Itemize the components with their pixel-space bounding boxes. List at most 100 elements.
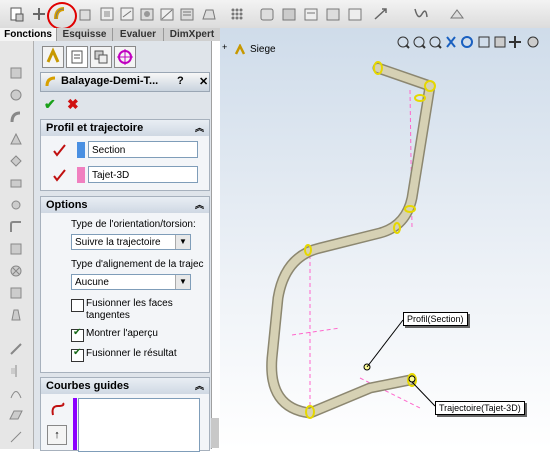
pattern-icon[interactable] bbox=[200, 5, 218, 23]
instant3d-icon[interactable] bbox=[372, 5, 390, 23]
merge-result-checkbox[interactable] bbox=[71, 347, 84, 362]
merge-result-label: Fusionner le résultat bbox=[86, 348, 177, 359]
show-preview-label: Montrer l'aperçu bbox=[86, 328, 158, 339]
section-field[interactable]: Section bbox=[88, 141, 198, 158]
config-manager-tab-icon[interactable] bbox=[90, 46, 112, 68]
feature-icon-strip bbox=[0, 41, 34, 449]
fillet-icon[interactable] bbox=[178, 5, 196, 23]
guide-list-accent bbox=[73, 398, 77, 450]
chevron-down-icon[interactable]: ▼ bbox=[175, 275, 190, 289]
axis-strip-icon[interactable] bbox=[8, 429, 24, 445]
extrude-icon[interactable] bbox=[76, 5, 94, 23]
path-callout[interactable]: Trajectoire(Tajet-3D) bbox=[435, 401, 525, 415]
property-manager-tab-icon[interactable] bbox=[66, 46, 88, 68]
orientation-value: Suivre la trajectoire bbox=[75, 237, 161, 248]
tab-dimxpert[interactable]: DimXpert bbox=[164, 28, 221, 41]
tab-fonctions[interactable]: Fonctions bbox=[0, 28, 57, 41]
cut-strip-icon[interactable] bbox=[8, 175, 24, 191]
main-toolbar bbox=[0, 0, 550, 30]
extrude-strip-icon[interactable] bbox=[8, 65, 24, 81]
rib-strip-icon[interactable] bbox=[8, 341, 24, 357]
alignment-select[interactable]: Aucune ▼ bbox=[71, 274, 191, 290]
sweep-boss-icon[interactable] bbox=[52, 5, 70, 23]
chevron-down-icon[interactable]: ▼ bbox=[175, 235, 190, 249]
tab-esquisse[interactable]: Esquisse bbox=[57, 28, 113, 41]
sketch-snap-icon[interactable] bbox=[30, 5, 48, 23]
ok-button[interactable]: ✔ bbox=[44, 96, 56, 113]
draft-strip-icon[interactable] bbox=[8, 307, 24, 323]
rib-icon[interactable] bbox=[158, 5, 176, 23]
profile-path-title: Profil et trajectoire bbox=[46, 122, 144, 134]
move-up-button[interactable]: ↑ bbox=[47, 425, 67, 445]
mirror-icon[interactable] bbox=[258, 5, 276, 23]
new-part-icon[interactable] bbox=[8, 5, 26, 23]
command-tabs: Fonctions Esquisse Evaluer DimXpert bbox=[0, 28, 230, 41]
path-color-swatch bbox=[77, 167, 85, 183]
collapse-icon[interactable]: ︽ bbox=[195, 378, 204, 394]
fillet-strip-icon[interactable] bbox=[8, 219, 24, 235]
boundary-strip-icon[interactable] bbox=[8, 153, 24, 169]
path-leader-line bbox=[411, 381, 436, 407]
loft-strip-icon[interactable] bbox=[8, 131, 24, 147]
pattern-strip-icon[interactable] bbox=[8, 263, 24, 279]
hole-strip-icon[interactable] bbox=[8, 197, 24, 213]
shell-strip-icon[interactable] bbox=[8, 285, 24, 301]
curves-icon[interactable] bbox=[302, 5, 320, 23]
profile-leader-line bbox=[366, 319, 404, 368]
merge-tangent-label-2: tangentes bbox=[86, 310, 130, 321]
plane-strip-icon[interactable] bbox=[8, 407, 24, 423]
wrap-icon[interactable] bbox=[448, 5, 466, 23]
mirror-strip-icon[interactable] bbox=[8, 363, 24, 379]
move-face-icon[interactable] bbox=[346, 5, 364, 23]
tab-evaluer[interactable]: Evaluer bbox=[113, 28, 164, 41]
guide-curves-title: Courbes guides bbox=[46, 380, 130, 392]
loft-icon[interactable] bbox=[118, 5, 136, 23]
path-select-icon bbox=[53, 169, 66, 182]
profile-path-group: Profil et trajectoire ︽ Section Tajet-3D bbox=[40, 119, 210, 191]
merge-tangent-label-1: Fusionner les faces bbox=[86, 298, 173, 309]
dimxpert-tab-icon[interactable] bbox=[114, 46, 136, 68]
guide-curves-list[interactable] bbox=[78, 398, 200, 452]
feature-tree-tab-icon[interactable] bbox=[42, 46, 64, 68]
swept-tube-model bbox=[266, 61, 436, 419]
revolve-strip-icon[interactable] bbox=[8, 87, 24, 103]
split-icon[interactable] bbox=[324, 5, 342, 23]
pin-icon[interactable]: ✕ bbox=[199, 75, 208, 88]
merge-tangent-checkbox[interactable] bbox=[71, 299, 84, 312]
section-row: Section bbox=[45, 140, 205, 160]
path-field[interactable]: Tajet-3D bbox=[88, 166, 198, 183]
pm-splitter-handle[interactable] bbox=[211, 418, 219, 448]
revolve-icon[interactable] bbox=[98, 5, 116, 23]
orientation-label: Type de l'orientation/torsion: bbox=[71, 219, 196, 230]
collapse-icon[interactable]: ︽ bbox=[195, 120, 204, 136]
property-manager: Balayage-Demi-T... ? ✕ ✔ ✖ Profil et tra… bbox=[34, 41, 212, 452]
profile-callout[interactable]: Profil(Section) bbox=[403, 312, 468, 326]
ref-geometry-icon[interactable] bbox=[280, 5, 298, 23]
profile-path-group-header[interactable]: Profil et trajectoire ︽ bbox=[41, 120, 209, 136]
profile-select-icon bbox=[53, 144, 66, 157]
section-color-swatch bbox=[77, 142, 85, 158]
guide-curve-icon bbox=[51, 402, 65, 416]
graphics-area[interactable]: + Siege Profil(Section) Trajectoire(Taje… bbox=[220, 28, 550, 449]
path-row: Tajet-3D bbox=[45, 165, 205, 185]
curve-strip-icon[interactable] bbox=[8, 385, 24, 401]
chamfer-strip-icon[interactable] bbox=[8, 241, 24, 257]
spline-icon[interactable] bbox=[412, 5, 430, 23]
guide-curves-group-header[interactable]: Courbes guides ︽ bbox=[41, 378, 209, 394]
cancel-button[interactable]: ✖ bbox=[67, 96, 79, 113]
collapse-icon[interactable]: ︽ bbox=[195, 197, 204, 213]
help-icon[interactable]: ? bbox=[177, 75, 184, 87]
show-preview-checkbox[interactable] bbox=[71, 327, 84, 342]
sweep-strip-icon[interactable] bbox=[8, 109, 24, 125]
feature-icon[interactable] bbox=[228, 5, 246, 23]
shell-icon[interactable] bbox=[138, 5, 156, 23]
options-group-header[interactable]: Options ︽ bbox=[41, 197, 209, 213]
orientation-select[interactable]: Suivre la trajectoire ▼ bbox=[71, 234, 191, 250]
path-point[interactable] bbox=[408, 375, 416, 383]
options-title: Options bbox=[46, 199, 88, 211]
alignment-label: Type d'alignement de la trajec bbox=[71, 259, 204, 270]
pm-tab-bar bbox=[34, 43, 211, 68]
sweep-feature-icon bbox=[45, 76, 56, 87]
tube-body bbox=[266, 62, 436, 419]
guide-curves-group: Courbes guides ︽ ↑ bbox=[40, 377, 210, 452]
